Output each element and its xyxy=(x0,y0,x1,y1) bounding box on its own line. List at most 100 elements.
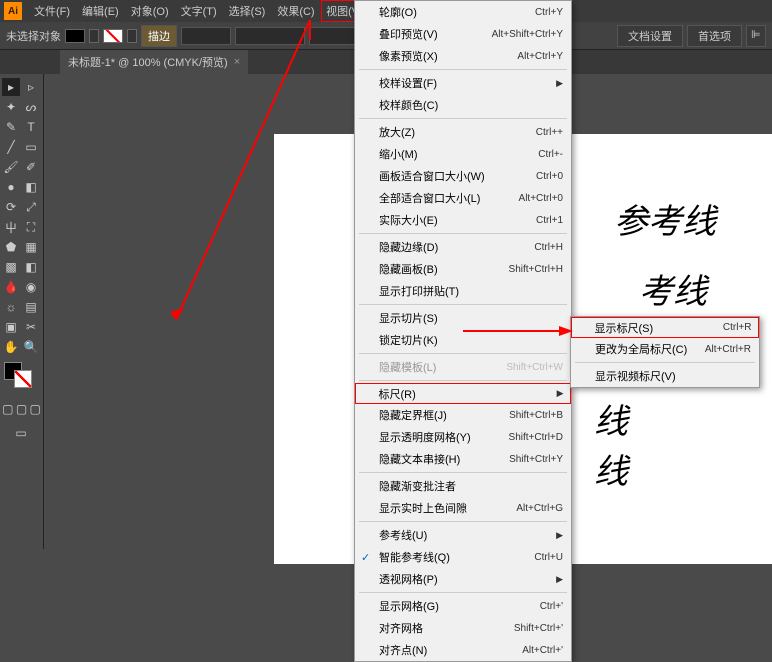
tool-zoom[interactable]: 🔍 xyxy=(22,338,40,356)
view-menu-item-11[interactable]: 实际大小(E)Ctrl+1 xyxy=(355,209,571,231)
ruler-submenu-item-3[interactable]: 显示视频标尺(V) xyxy=(571,365,759,387)
view-menu-item-4[interactable]: 校样设置(F)▶ xyxy=(355,72,571,94)
view-menu-item-36[interactable]: 对齐点(N)Alt+Ctrl+' xyxy=(355,639,571,661)
view-menu-item-9[interactable]: 画板适合窗口大小(W) Ctrl+0 xyxy=(355,165,571,187)
draw-behind[interactable]: ▢ xyxy=(16,400,28,418)
tool-direct[interactable]: ▹ xyxy=(22,78,40,96)
view-menu-item-18[interactable]: 锁定切片(K) xyxy=(355,329,571,351)
view-menu-item-30[interactable]: 参考线(U)▶ xyxy=(355,524,571,546)
view-menu-item-13[interactable]: 隐藏边缘(D)Ctrl+H xyxy=(355,236,571,258)
tool-blob[interactable]: ● xyxy=(2,178,20,196)
view-menu-item-32[interactable]: 透视网格(P)▶ xyxy=(355,568,571,590)
tool-wand[interactable]: ✦ xyxy=(2,98,20,116)
view-menu-item-25[interactable]: 隐藏文本串接(H)Shift+Ctrl+Y xyxy=(355,448,571,470)
tool-rect[interactable]: ▭ xyxy=(22,138,40,156)
menu-shortcut: Ctrl+0 xyxy=(536,171,563,182)
menu-item-label: 隐藏边缘(D) xyxy=(379,239,438,255)
brush-field[interactable] xyxy=(235,27,305,45)
tool-eraser[interactable]: ◧ xyxy=(22,178,40,196)
view-menu-separator xyxy=(359,233,567,234)
app-icon: Ai xyxy=(4,2,22,20)
tab-close-icon[interactable]: × xyxy=(234,56,240,68)
tool-grad[interactable]: ◧ xyxy=(22,258,40,276)
canvas-text: 考线 xyxy=(639,264,707,313)
view-menu-item-28[interactable]: 显示实时上色间隙Alt+Ctrl+G xyxy=(355,497,571,519)
view-menu-item-8[interactable]: 缩小(M)Ctrl+- xyxy=(355,143,571,165)
ruler-submenu-item-1[interactable]: 更改为全局标尺(C)Alt+Ctrl+R xyxy=(571,338,759,360)
view-menu-item-35[interactable]: 对齐网格Shift+Ctrl+' xyxy=(355,617,571,639)
menu-item-label: 隐藏文本串接(H) xyxy=(379,451,460,467)
view-menu-item-31[interactable]: ✓智能参考线(Q)Ctrl+U xyxy=(355,546,571,568)
menu-shortcut: Shift+Ctrl+W xyxy=(506,362,563,373)
view-menu-item-34[interactable]: 显示网格(G)Ctrl+' xyxy=(355,595,571,617)
tool-hand[interactable]: ✋ xyxy=(2,338,20,356)
tool-eyedrop[interactable]: 🩸 xyxy=(2,278,20,296)
tool-artboard[interactable]: ▣ xyxy=(2,318,20,336)
ruler-submenu-item-0[interactable]: 显示标尺(S)Ctrl+R xyxy=(571,317,759,338)
screen-mode[interactable]: ▭ xyxy=(2,424,40,442)
submenu-arrow-icon: ▶ xyxy=(557,388,564,399)
view-menu-item-17[interactable]: 显示切片(S) xyxy=(355,307,571,329)
fill-swatch[interactable] xyxy=(65,29,85,43)
view-menu-item-27[interactable]: 隐藏渐变批注者 xyxy=(355,475,571,497)
menu-item-label: 智能参考线(Q) xyxy=(379,549,450,565)
menu-item-label: 锁定切片(K) xyxy=(379,332,438,348)
tool-brush[interactable]: 🖌 xyxy=(2,158,20,176)
menu-文件(F)[interactable]: 文件(F) xyxy=(28,0,76,22)
tool-scale[interactable]: ⤢ xyxy=(22,198,40,216)
tool-line[interactable]: ╱ xyxy=(2,138,20,156)
view-menu-item-1[interactable]: 叠印预览(V)Alt+Shift+Ctrl+Y xyxy=(355,23,571,45)
view-menu-item-0[interactable]: 轮廓(O)Ctrl+Y xyxy=(355,1,571,23)
tool-pencil[interactable]: ✐ xyxy=(22,158,40,176)
menu-item-label: 更改为全局标尺(C) xyxy=(595,341,687,357)
view-menu-item-7[interactable]: 放大(Z)Ctrl++ xyxy=(355,121,571,143)
stroke-button[interactable]: 描边 xyxy=(141,25,177,47)
submenu-arrow-icon: ▶ xyxy=(556,574,563,585)
menu-效果(C)[interactable]: 效果(C) xyxy=(271,0,320,22)
tool-symbol[interactable]: ☼ xyxy=(2,298,20,316)
tool-graph[interactable]: ▤ xyxy=(22,298,40,316)
view-menu-item-15[interactable]: 显示打印拼贴(T) xyxy=(355,280,571,302)
view-menu-item-23[interactable]: 隐藏定界框(J)Shift+Ctrl+B xyxy=(355,404,571,426)
view-menu-item-2[interactable]: 像素预览(X)Alt+Ctrl+Y xyxy=(355,45,571,67)
tool-shape[interactable]: ⬟ xyxy=(2,238,20,256)
tool-mesh[interactable]: ▩ xyxy=(2,258,20,276)
menu-对象(O)[interactable]: 对象(O) xyxy=(125,0,175,22)
tool-pen[interactable]: ✎ xyxy=(2,118,20,136)
bg-color[interactable] xyxy=(14,370,32,388)
tool-free[interactable]: ⛶ xyxy=(22,218,40,236)
tool-blend[interactable]: ◉ xyxy=(22,278,40,296)
submenu-arrow-icon: ▶ xyxy=(556,530,563,541)
view-menu-item-14[interactable]: 隐藏画板(B)Shift+Ctrl+H xyxy=(355,258,571,280)
draw-normal[interactable]: ▢ xyxy=(2,400,14,418)
menu-item-label: 显示切片(S) xyxy=(379,310,438,326)
ruler-submenu-separator xyxy=(575,362,755,363)
doc-setup-button[interactable]: 文档设置 xyxy=(617,25,683,47)
tool-persp[interactable]: ▦ xyxy=(22,238,40,256)
fill-dropdown[interactable] xyxy=(89,29,99,43)
view-menu-item-22[interactable]: 标尺(R)▶ xyxy=(355,383,571,404)
stroke-swatch[interactable] xyxy=(103,29,123,43)
menu-item-label: 全部适合窗口大小(L) xyxy=(379,190,480,206)
stroke-weight-field[interactable] xyxy=(181,27,231,45)
tool-lasso[interactable]: ᔕ xyxy=(22,98,40,116)
align-button[interactable]: ⊫ xyxy=(746,25,766,47)
menu-item-label: 画板适合窗口大小(W) xyxy=(379,168,485,184)
canvas-text: 线 xyxy=(594,444,628,493)
view-menu-item-5[interactable]: 校样颜色(C) xyxy=(355,94,571,116)
stroke-dropdown[interactable] xyxy=(127,29,137,43)
view-menu-item-24[interactable]: 显示透明度网格(Y)Shift+Ctrl+D xyxy=(355,426,571,448)
document-tab[interactable]: 未标题-1* @ 100% (CMYK/预览) × xyxy=(60,50,248,74)
menu-选择(S)[interactable]: 选择(S) xyxy=(223,0,272,22)
tool-width[interactable]: ⼬ xyxy=(2,218,20,236)
draw-inside[interactable]: ▢ xyxy=(29,400,41,418)
menu-编辑(E)[interactable]: 编辑(E) xyxy=(76,0,125,22)
menu-文字(T)[interactable]: 文字(T) xyxy=(175,0,223,22)
tool-slice[interactable]: ✂ xyxy=(22,318,40,336)
menu-item-label: 显示网格(G) xyxy=(379,598,439,614)
tool-rotate[interactable]: ⟳ xyxy=(2,198,20,216)
prefs-button[interactable]: 首选项 xyxy=(687,25,742,47)
tool-type[interactable]: T xyxy=(22,118,40,136)
view-menu-item-10[interactable]: 全部适合窗口大小(L)Alt+Ctrl+0 xyxy=(355,187,571,209)
tool-sel[interactable]: ▸ xyxy=(2,78,20,96)
